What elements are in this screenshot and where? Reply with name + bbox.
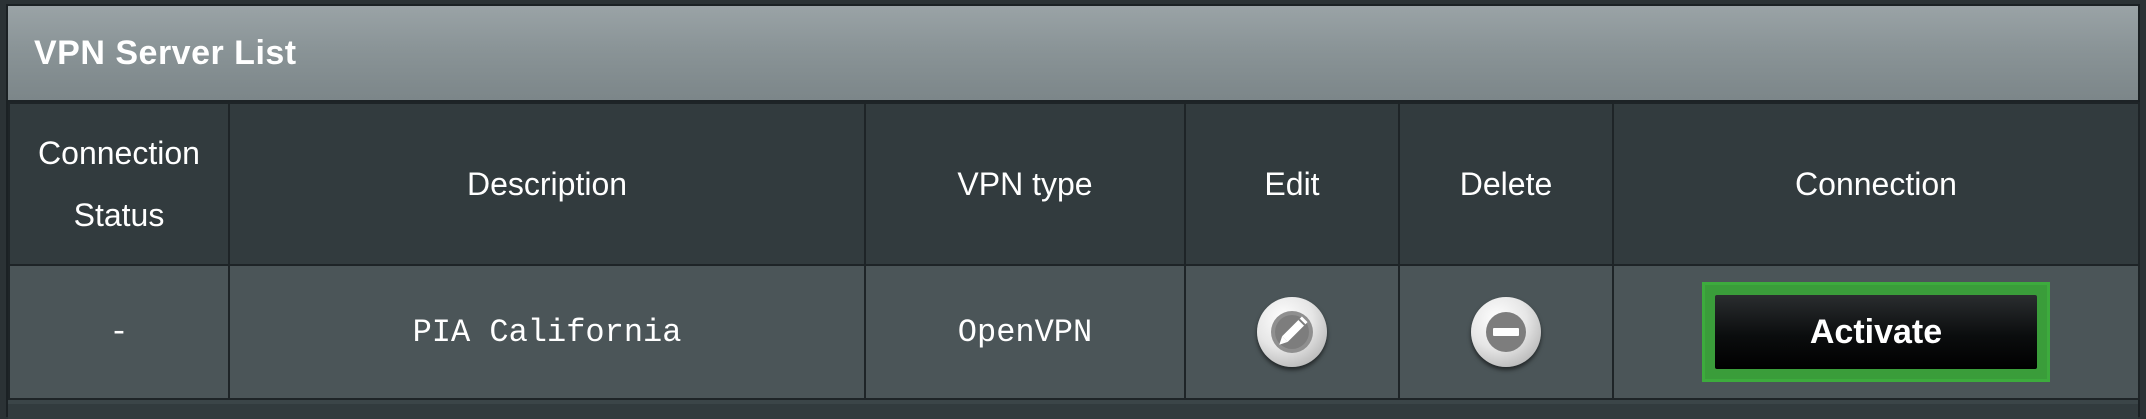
- edit-button[interactable]: [1257, 297, 1327, 367]
- delete-button[interactable]: [1471, 297, 1541, 367]
- header-connection-status-label: Connection Status: [38, 135, 200, 233]
- vpn-server-table: Connection Status Description VPN type E…: [8, 102, 2140, 400]
- panel-title: VPN Server List: [34, 34, 297, 72]
- cell-vpn-type: OpenVPN: [864, 264, 1186, 400]
- table-header-row: Connection Status Description VPN type E…: [8, 102, 2140, 266]
- cell-connection-status: -: [8, 264, 230, 400]
- header-vpn-type: VPN type: [864, 102, 1186, 266]
- table-row: - PIA California OpenVPN Activate: [8, 264, 2140, 400]
- cell-edit: [1184, 264, 1400, 400]
- header-connection: Connection: [1612, 102, 2140, 266]
- pencil-icon: [1271, 311, 1313, 353]
- minus-circle-icon: [1486, 312, 1526, 352]
- header-connection-status: Connection Status: [8, 102, 230, 266]
- cell-connection: Activate: [1612, 264, 2140, 400]
- panel-title-bar: VPN Server List: [8, 6, 2138, 102]
- header-description: Description: [228, 102, 866, 266]
- cell-delete: [1398, 264, 1614, 400]
- activate-button[interactable]: Activate: [1715, 295, 2037, 369]
- cell-description: PIA California: [228, 264, 866, 400]
- header-delete: Delete: [1398, 102, 1614, 266]
- activate-highlight: Activate: [1702, 282, 2050, 382]
- vpn-server-list-panel: VPN Server List Connection Status Descri…: [6, 4, 2140, 419]
- header-edit: Edit: [1184, 102, 1400, 266]
